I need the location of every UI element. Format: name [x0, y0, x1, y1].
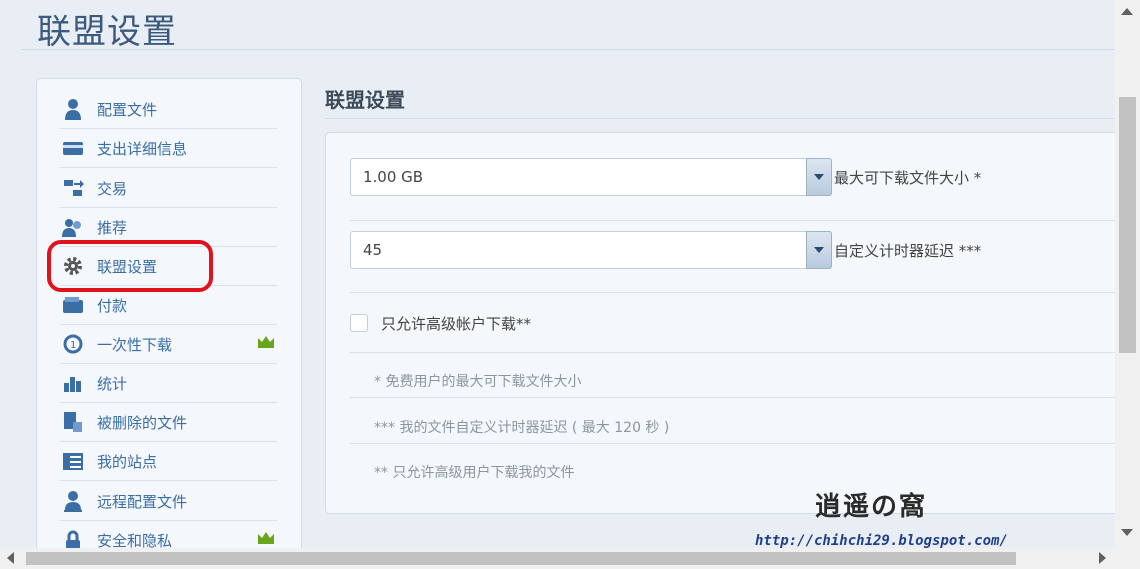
remote-profile-icon	[62, 490, 84, 512]
row-divider	[350, 443, 1115, 444]
svg-text:1: 1	[70, 340, 76, 351]
sidebar-item-label: 推荐	[97, 218, 128, 237]
max-download-value: 1.00 GB	[363, 168, 424, 186]
sidebar-item-label: 配置文件	[97, 100, 158, 119]
section-divider	[325, 118, 1115, 119]
row-divider	[350, 292, 1115, 293]
note-premium: ** 只允许高级用户下载我的文件	[374, 465, 575, 481]
deleted-files-icon	[62, 411, 84, 433]
sidebar-item-label: 交易	[97, 179, 128, 198]
title-divider	[22, 49, 1114, 50]
sidebar-item-2[interactable]: 交易	[60, 169, 277, 208]
timer-delay-label: 自定义计时器延迟 ***	[834, 242, 982, 260]
one-time-download-icon: 1	[62, 333, 84, 355]
user-icon	[62, 98, 84, 120]
timer-delay-value: 45	[363, 241, 383, 259]
sidebar-item-6[interactable]: 1 一次性下载	[60, 325, 277, 364]
sidebar-item-9[interactable]: 我的站点	[60, 442, 277, 481]
card-icon	[62, 137, 84, 159]
premium-only-label[interactable]: 只允许高级帐户下载**	[381, 313, 531, 334]
sites-icon	[62, 450, 84, 472]
premium-crown-icon	[257, 334, 275, 353]
stats-icon	[62, 372, 84, 394]
horizontal-scroll-thumb[interactable]	[26, 552, 1016, 565]
row-divider	[350, 397, 1115, 398]
sidebar-item-1[interactable]: 支出详细信息	[60, 129, 277, 168]
max-download-label: 最大可下载文件大小 *	[834, 169, 982, 187]
transactions-icon	[62, 177, 84, 199]
timer-delay-select[interactable]: 45	[350, 231, 832, 269]
watermark-url: http://chihchi29.blogspot.com/	[755, 533, 1008, 549]
vertical-scroll-thumb[interactable]	[1119, 97, 1136, 353]
scroll-up-arrow-icon[interactable]	[1121, 8, 1133, 15]
wallet-icon	[62, 294, 84, 316]
sidebar-item-8[interactable]: 被删除的文件	[60, 403, 277, 442]
premium-crown-icon	[257, 530, 275, 549]
referral-icon	[62, 216, 84, 238]
sidebar-item-7[interactable]: 统计	[60, 364, 277, 403]
chevron-down-icon[interactable]	[806, 231, 832, 269]
sidebar-item-label: 一次性下载	[97, 335, 173, 354]
watermark-logo: 逍遥の窩	[815, 492, 928, 522]
section-title: 联盟设置	[325, 88, 405, 112]
sidebar-item-label: 被删除的文件	[97, 413, 188, 432]
row-divider	[350, 352, 1115, 353]
sidebar-item-label: 远程配置文件	[97, 492, 188, 511]
scroll-right-arrow-icon[interactable]	[1099, 552, 1106, 564]
note-max-size: * 免费用户的最大可下载文件大小	[374, 374, 582, 390]
note-timer: *** 我的文件自定义计时器延迟 ( 最大 120 秒 )	[374, 420, 670, 436]
sidebar-item-10[interactable]: 远程配置文件	[60, 482, 277, 521]
sidebar-item-label: 我的站点	[97, 452, 158, 471]
sidebar-item-label: 付款	[97, 296, 128, 315]
sidebar-item-0[interactable]: 配置文件	[60, 90, 277, 129]
sidebar-item-label: 统计	[97, 374, 128, 393]
highlight-annotation	[47, 240, 213, 292]
scroll-down-arrow-icon[interactable]	[1121, 529, 1133, 536]
sidebar-item-label: 支出详细信息	[97, 139, 188, 158]
premium-only-checkbox[interactable]	[350, 314, 368, 332]
row-divider	[350, 220, 1115, 221]
scroll-left-arrow-icon[interactable]	[7, 552, 14, 564]
max-download-select[interactable]: 1.00 GB	[350, 158, 832, 196]
chevron-down-icon[interactable]	[806, 158, 832, 196]
page-title: 联盟设置	[37, 12, 177, 52]
